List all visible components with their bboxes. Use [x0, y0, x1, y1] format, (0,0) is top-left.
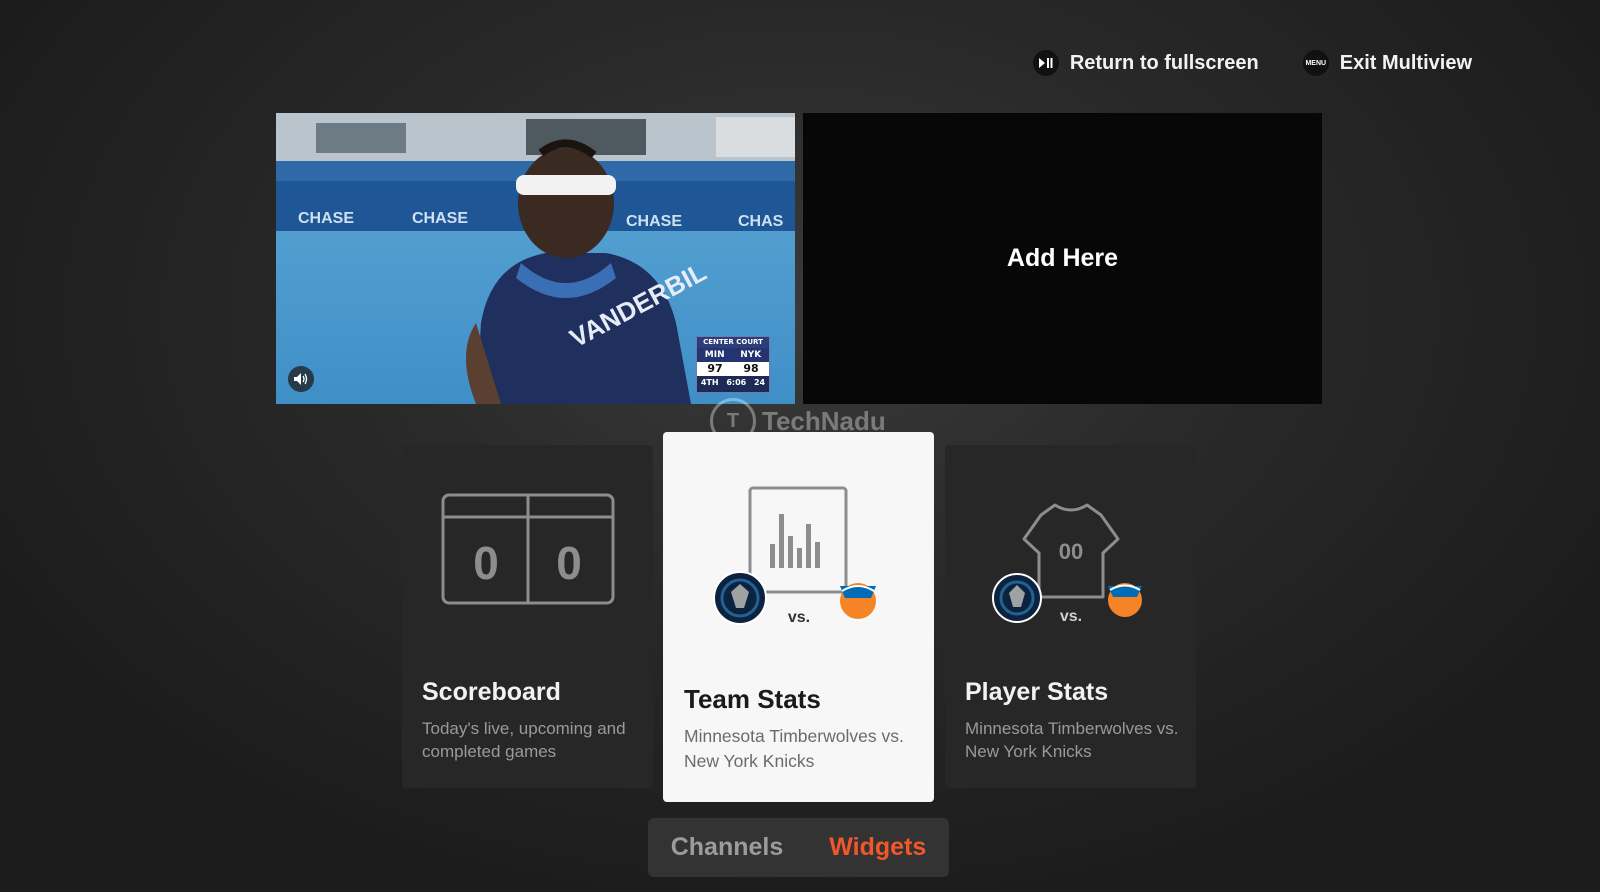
volume-button[interactable] [288, 366, 314, 392]
widget-title: Player Stats [965, 678, 1109, 706]
widget-subtitle: Today's live, upcoming and completed gam… [422, 719, 626, 761]
return-fullscreen-button[interactable]: Return to fullscreen [1032, 50, 1259, 76]
scorebug-clock: 6:06 [726, 378, 747, 387]
widget-title: Scoreboard [422, 678, 561, 706]
jersey-number: 00 [1058, 539, 1082, 564]
return-fullscreen-label: Return to fullscreen [1069, 51, 1259, 74]
svg-text:CHAS: CHAS [738, 213, 784, 230]
scorebug-period: 4TH [700, 378, 719, 387]
tab-widgets[interactable]: Widgets [829, 833, 926, 862]
widget-subtitle: Minnesota Timberwolves vs. New York Knic… [684, 726, 904, 771]
svg-text:CHASE: CHASE [626, 213, 682, 230]
scorebug-team-home: NYK [740, 350, 762, 360]
jersey-icon: 00 vs. [945, 493, 1196, 643]
add-here-label: Add Here [1006, 244, 1119, 272]
scorebug-teams: MIN NYK [697, 348, 769, 362]
widget-card-player-stats[interactable]: 00 vs. Player Stats Minnesota Timberwolv… [945, 445, 1196, 788]
menu-icon: MENU [1302, 50, 1329, 76]
scorebug-scores: 97 98 [697, 362, 769, 376]
scorebug-network: CENTER COURT [697, 337, 769, 348]
scorebug-score-home: 98 [743, 362, 759, 375]
svg-text:CHASE: CHASE [298, 210, 354, 227]
timberwolves-logo-icon [991, 573, 1042, 623]
svg-text:CHASE: CHASE [412, 210, 468, 227]
scorebug-clock-row: 4TH 6:06 24 [697, 376, 769, 390]
widget-card-team-stats[interactable]: vs. Team Stats Minnesota Timberwolves vs… [663, 432, 934, 802]
knicks-logo-icon [1107, 583, 1142, 617]
top-bar: Return to fullscreen MENU Exit Multiview [1032, 50, 1472, 76]
widget-card-scoreboard[interactable]: 0 0 Scoreboard Today's live, upcoming an… [402, 445, 653, 788]
scoreboard-score-left: 0 [473, 537, 499, 589]
menu-icon-text: MENU [1305, 59, 1327, 67]
add-here-tile[interactable]: Add Here [803, 113, 1322, 404]
bar-chart-icon: vs. [663, 486, 934, 636]
scorebug-score-away: 97 [707, 362, 723, 375]
speaker-icon [294, 373, 308, 385]
exit-multiview-label: Exit Multiview [1339, 51, 1472, 74]
scorebug-shot-clock: 24 [753, 378, 766, 387]
widget-title: Team Stats [684, 684, 821, 714]
tab-channels[interactable]: Channels [671, 833, 784, 862]
widget-subtitle: Minnesota Timberwolves vs. New York Knic… [965, 719, 1179, 761]
scorebug: CENTER COURT MIN NYK 97 98 4TH 6:06 24 [696, 336, 770, 393]
multiview-tabs: Channels Widgets [648, 818, 949, 877]
video-tile[interactable]: CHASE CHASE CHASE CHAS VANDERBIL CENTER … [276, 113, 795, 404]
scoreboard-icon: 0 0 [402, 493, 653, 643]
scoreboard-score-right: 0 [556, 537, 582, 589]
knicks-logo-icon [839, 583, 876, 619]
team-stats-vs: vs. [787, 609, 809, 626]
scorebug-team-away: MIN [704, 350, 725, 360]
player-stats-vs: vs. [1059, 608, 1081, 625]
exit-multiview-button[interactable]: MENU Exit Multiview [1302, 50, 1472, 76]
play-pause-icon [1032, 50, 1059, 76]
